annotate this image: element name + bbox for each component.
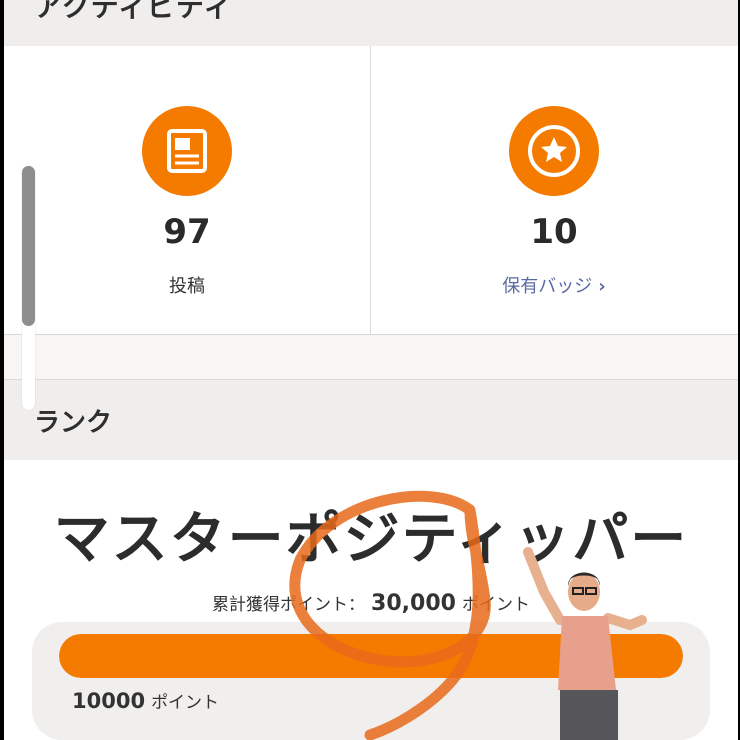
badges-label: 保有バッジ bbox=[502, 276, 593, 297]
rank-title: ランク bbox=[34, 408, 113, 438]
activity-section-header: アクティビティ bbox=[4, 0, 738, 47]
posts-stat: 97 投稿 bbox=[4, 46, 370, 334]
total-points-value: 30,000 bbox=[371, 591, 456, 616]
rank-section-header: ランク bbox=[4, 379, 738, 460]
scrollbar[interactable] bbox=[22, 166, 35, 410]
posts-label: 投稿 bbox=[169, 276, 205, 297]
chevron-right-icon: › bbox=[598, 276, 606, 297]
activity-title: アクティビティ bbox=[34, 0, 233, 23]
badges-stat: 10 保有バッジ › bbox=[371, 46, 737, 334]
activity-card: 97 投稿 10 保有バッジ › bbox=[4, 46, 738, 335]
total-points-label: 累計獲得ポイント： bbox=[212, 595, 366, 615]
goal-points-line: 10000 ポイント bbox=[72, 688, 219, 713]
goal-points-value: 10000 bbox=[72, 689, 146, 713]
star-badge-icon bbox=[509, 106, 599, 196]
section-gap bbox=[4, 335, 738, 379]
scrollbar-thumb[interactable] bbox=[22, 166, 35, 326]
posts-count: 97 bbox=[163, 212, 211, 252]
person-sticker bbox=[523, 547, 647, 740]
badges-link[interactable]: 保有バッジ › bbox=[371, 272, 737, 298]
badges-count: 10 bbox=[530, 212, 578, 252]
document-icon bbox=[142, 106, 232, 196]
goal-points-unit: ポイント bbox=[151, 693, 220, 713]
